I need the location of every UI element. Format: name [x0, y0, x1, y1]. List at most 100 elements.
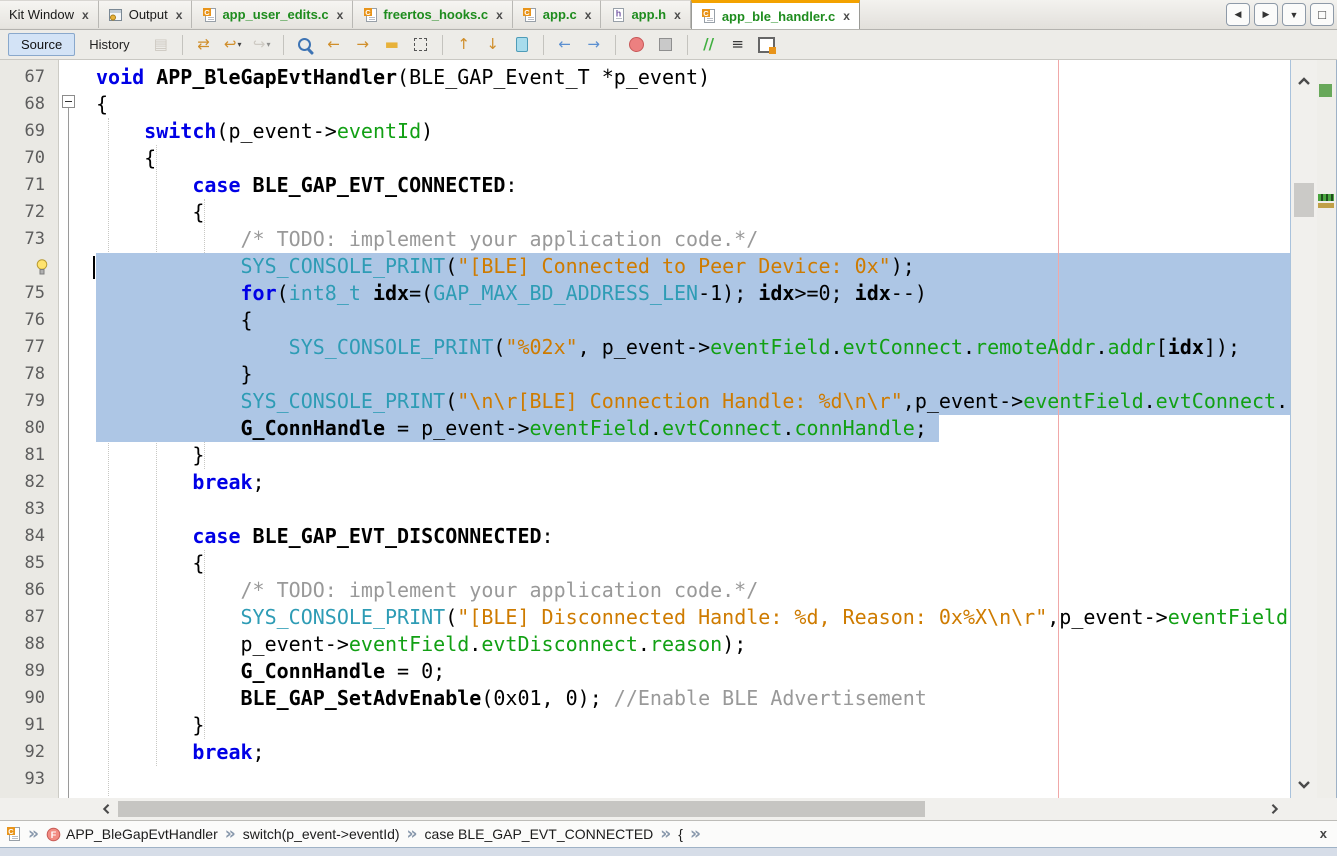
scroll-up-icon[interactable]	[1297, 76, 1311, 86]
gutter-line-69[interactable]: 69	[0, 118, 58, 145]
tab-kit-window[interactable]: Kit Windowx	[0, 0, 99, 28]
next-bookmark-icon[interactable]: ↓	[480, 33, 506, 57]
maximize-window-button[interactable]: □	[1310, 3, 1334, 26]
code-line-78[interactable]: }	[96, 361, 1290, 388]
scroll-left-icon[interactable]	[99, 803, 113, 815]
gutter-line-73[interactable]: 73	[0, 226, 58, 253]
code-line-67[interactable]: void APP_BleGapEvtHandler(BLE_GAP_Event_…	[96, 64, 1290, 91]
breadcrumb-item[interactable]: case BLE_GAP_EVT_CONNECTED	[425, 826, 654, 842]
breadcrumb-item[interactable]: {	[678, 826, 683, 842]
gutter-line-75[interactable]: 75	[0, 280, 58, 307]
code-line-85[interactable]: {	[96, 550, 1290, 577]
versioning-sidebar-icon[interactable]: ▤	[148, 33, 174, 57]
code-line-72[interactable]: {	[96, 199, 1290, 226]
horizontal-scrollbar[interactable]	[0, 798, 1337, 820]
gutter-line-83[interactable]: 83	[0, 496, 58, 523]
shift-line-right-icon[interactable]: →	[581, 33, 607, 57]
code-line-93[interactable]	[96, 766, 1290, 793]
code-line-91[interactable]: }	[96, 712, 1290, 739]
toggle-highlight-icon[interactable]: ▬	[379, 33, 405, 57]
code-line-71[interactable]: case BLE_GAP_EVT_CONNECTED:	[96, 172, 1290, 199]
scroll-tabs-left-button[interactable]: ◀	[1226, 3, 1250, 26]
go-to-header-icon[interactable]	[754, 33, 780, 57]
tab-close-icon[interactable]: x	[496, 9, 503, 21]
horizontal-scrollbar-thumb[interactable]	[118, 801, 925, 817]
occurrence-mark[interactable]	[1318, 194, 1334, 201]
gutter-line-92[interactable]: 92	[0, 739, 58, 766]
code-line-70[interactable]: {	[96, 145, 1290, 172]
code-line-76[interactable]: {	[96, 307, 1290, 334]
code-line-73[interactable]: /* TODO: implement your application code…	[96, 226, 1290, 253]
gutter-line-86[interactable]: 86	[0, 577, 58, 604]
hint-bulb-icon[interactable]	[0, 253, 58, 280]
gutter-line-82[interactable]: 82	[0, 469, 58, 496]
code-area[interactable]: void APP_BleGapEvtHandler(BLE_GAP_Event_…	[96, 64, 1290, 793]
scroll-right-icon[interactable]	[1268, 803, 1282, 815]
tab-close-icon[interactable]: x	[843, 10, 850, 22]
code-line-83[interactable]	[96, 496, 1290, 523]
breadcrumb-close-icon[interactable]: x	[1320, 826, 1327, 841]
gutter-line-87[interactable]: 87	[0, 604, 58, 631]
code-line-92[interactable]: break;	[96, 739, 1290, 766]
gutter-line-93[interactable]: 93	[0, 766, 58, 793]
history-view-button[interactable]: History	[79, 34, 139, 55]
shift-line-left-icon[interactable]: ←	[552, 33, 578, 57]
tab-app-c[interactable]: Capp.cx	[513, 0, 602, 28]
breadcrumb-item[interactable]: FAPP_BleGapEvtHandler	[46, 826, 218, 842]
code-line-68[interactable]: {	[96, 91, 1290, 118]
code-line-77[interactable]: SYS_CONSOLE_PRINT("%02x", p_event->event…	[96, 334, 1290, 361]
code-line-84[interactable]: case BLE_GAP_EVT_DISCONNECTED:	[96, 523, 1290, 550]
gutter-line-70[interactable]: 70	[0, 145, 58, 172]
code-line-90[interactable]: BLE_GAP_SetAdvEnable(0x01, 0); //Enable …	[96, 685, 1290, 712]
fold-collapse-icon[interactable]	[62, 95, 75, 108]
code-line-89[interactable]: G_ConnHandle = 0;	[96, 658, 1290, 685]
tab-close-icon[interactable]: x	[82, 9, 89, 21]
tab-close-icon[interactable]: x	[176, 9, 183, 21]
scroll-down-icon[interactable]	[1297, 780, 1311, 790]
gutter-line-76[interactable]: 76	[0, 307, 58, 334]
code-line-75[interactable]: for(int8_t idx=(GAP_MAX_BD_ADDRESS_LEN-1…	[96, 280, 1290, 307]
find-selection-icon[interactable]	[292, 33, 318, 57]
scroll-tabs-right-button[interactable]: ▶	[1254, 3, 1278, 26]
comment-icon[interactable]: //	[696, 33, 722, 57]
tab-list-dropdown-button[interactable]: ▼	[1282, 3, 1306, 26]
tab-close-icon[interactable]: x	[337, 9, 344, 21]
gutter-line-91[interactable]: 91	[0, 712, 58, 739]
tab-output[interactable]: Outputx	[99, 0, 193, 28]
back-icon[interactable]: ↩▾	[220, 33, 246, 57]
tab-close-icon[interactable]: x	[674, 9, 681, 21]
gutter-line-68[interactable]: 68	[0, 91, 58, 118]
source-view-button[interactable]: Source	[8, 33, 75, 56]
code-line-86[interactable]: /* TODO: implement your application code…	[96, 577, 1290, 604]
rectangular-selection-icon[interactable]	[408, 33, 434, 57]
gutter-line-77[interactable]: 77	[0, 334, 58, 361]
gutter-line-79[interactable]: 79	[0, 388, 58, 415]
gutter-line-67[interactable]: 67	[0, 64, 58, 91]
gutter-line-89[interactable]: 89	[0, 658, 58, 685]
tab-app-ble-handler-c[interactable]: Capp_ble_handler.cx	[691, 0, 860, 29]
previous-bookmark-icon[interactable]: ↑	[451, 33, 477, 57]
gutter-line-78[interactable]: 78	[0, 361, 58, 388]
record-macro-icon[interactable]	[624, 33, 650, 57]
tab-close-icon[interactable]: x	[585, 9, 592, 21]
code-line-82[interactable]: break;	[96, 469, 1290, 496]
file-status-ok-indicator[interactable]	[1319, 84, 1332, 97]
gutter-line-80[interactable]: 80	[0, 415, 58, 442]
gutter-line-85[interactable]: 85	[0, 550, 58, 577]
selection-mark[interactable]	[1318, 203, 1334, 208]
find-next-icon[interactable]: →	[350, 33, 376, 57]
vertical-scrollbar[interactable]	[1290, 60, 1317, 798]
forward-icon[interactable]: ↪▾	[249, 33, 275, 57]
gutter-line-72[interactable]: 72	[0, 199, 58, 226]
gutter-line-84[interactable]: 84	[0, 523, 58, 550]
uncomment-icon[interactable]: ≡	[725, 33, 751, 57]
find-previous-icon[interactable]: ←	[321, 33, 347, 57]
code-line-87[interactable]: SYS_CONSOLE_PRINT("[BLE] Disconnected Ha…	[96, 604, 1290, 631]
tab-app-h[interactable]: happ.hx	[601, 0, 690, 28]
code-line-80[interactable]: G_ConnHandle = p_event->eventField.evtCo…	[96, 415, 1290, 442]
code-line-69[interactable]: switch(p_event->eventId)	[96, 118, 1290, 145]
toggle-bookmark-icon[interactable]	[509, 33, 535, 57]
last-edit-position-icon[interactable]: ⇄	[191, 33, 217, 57]
gutter-line-90[interactable]: 90	[0, 685, 58, 712]
gutter-line-81[interactable]: 81	[0, 442, 58, 469]
